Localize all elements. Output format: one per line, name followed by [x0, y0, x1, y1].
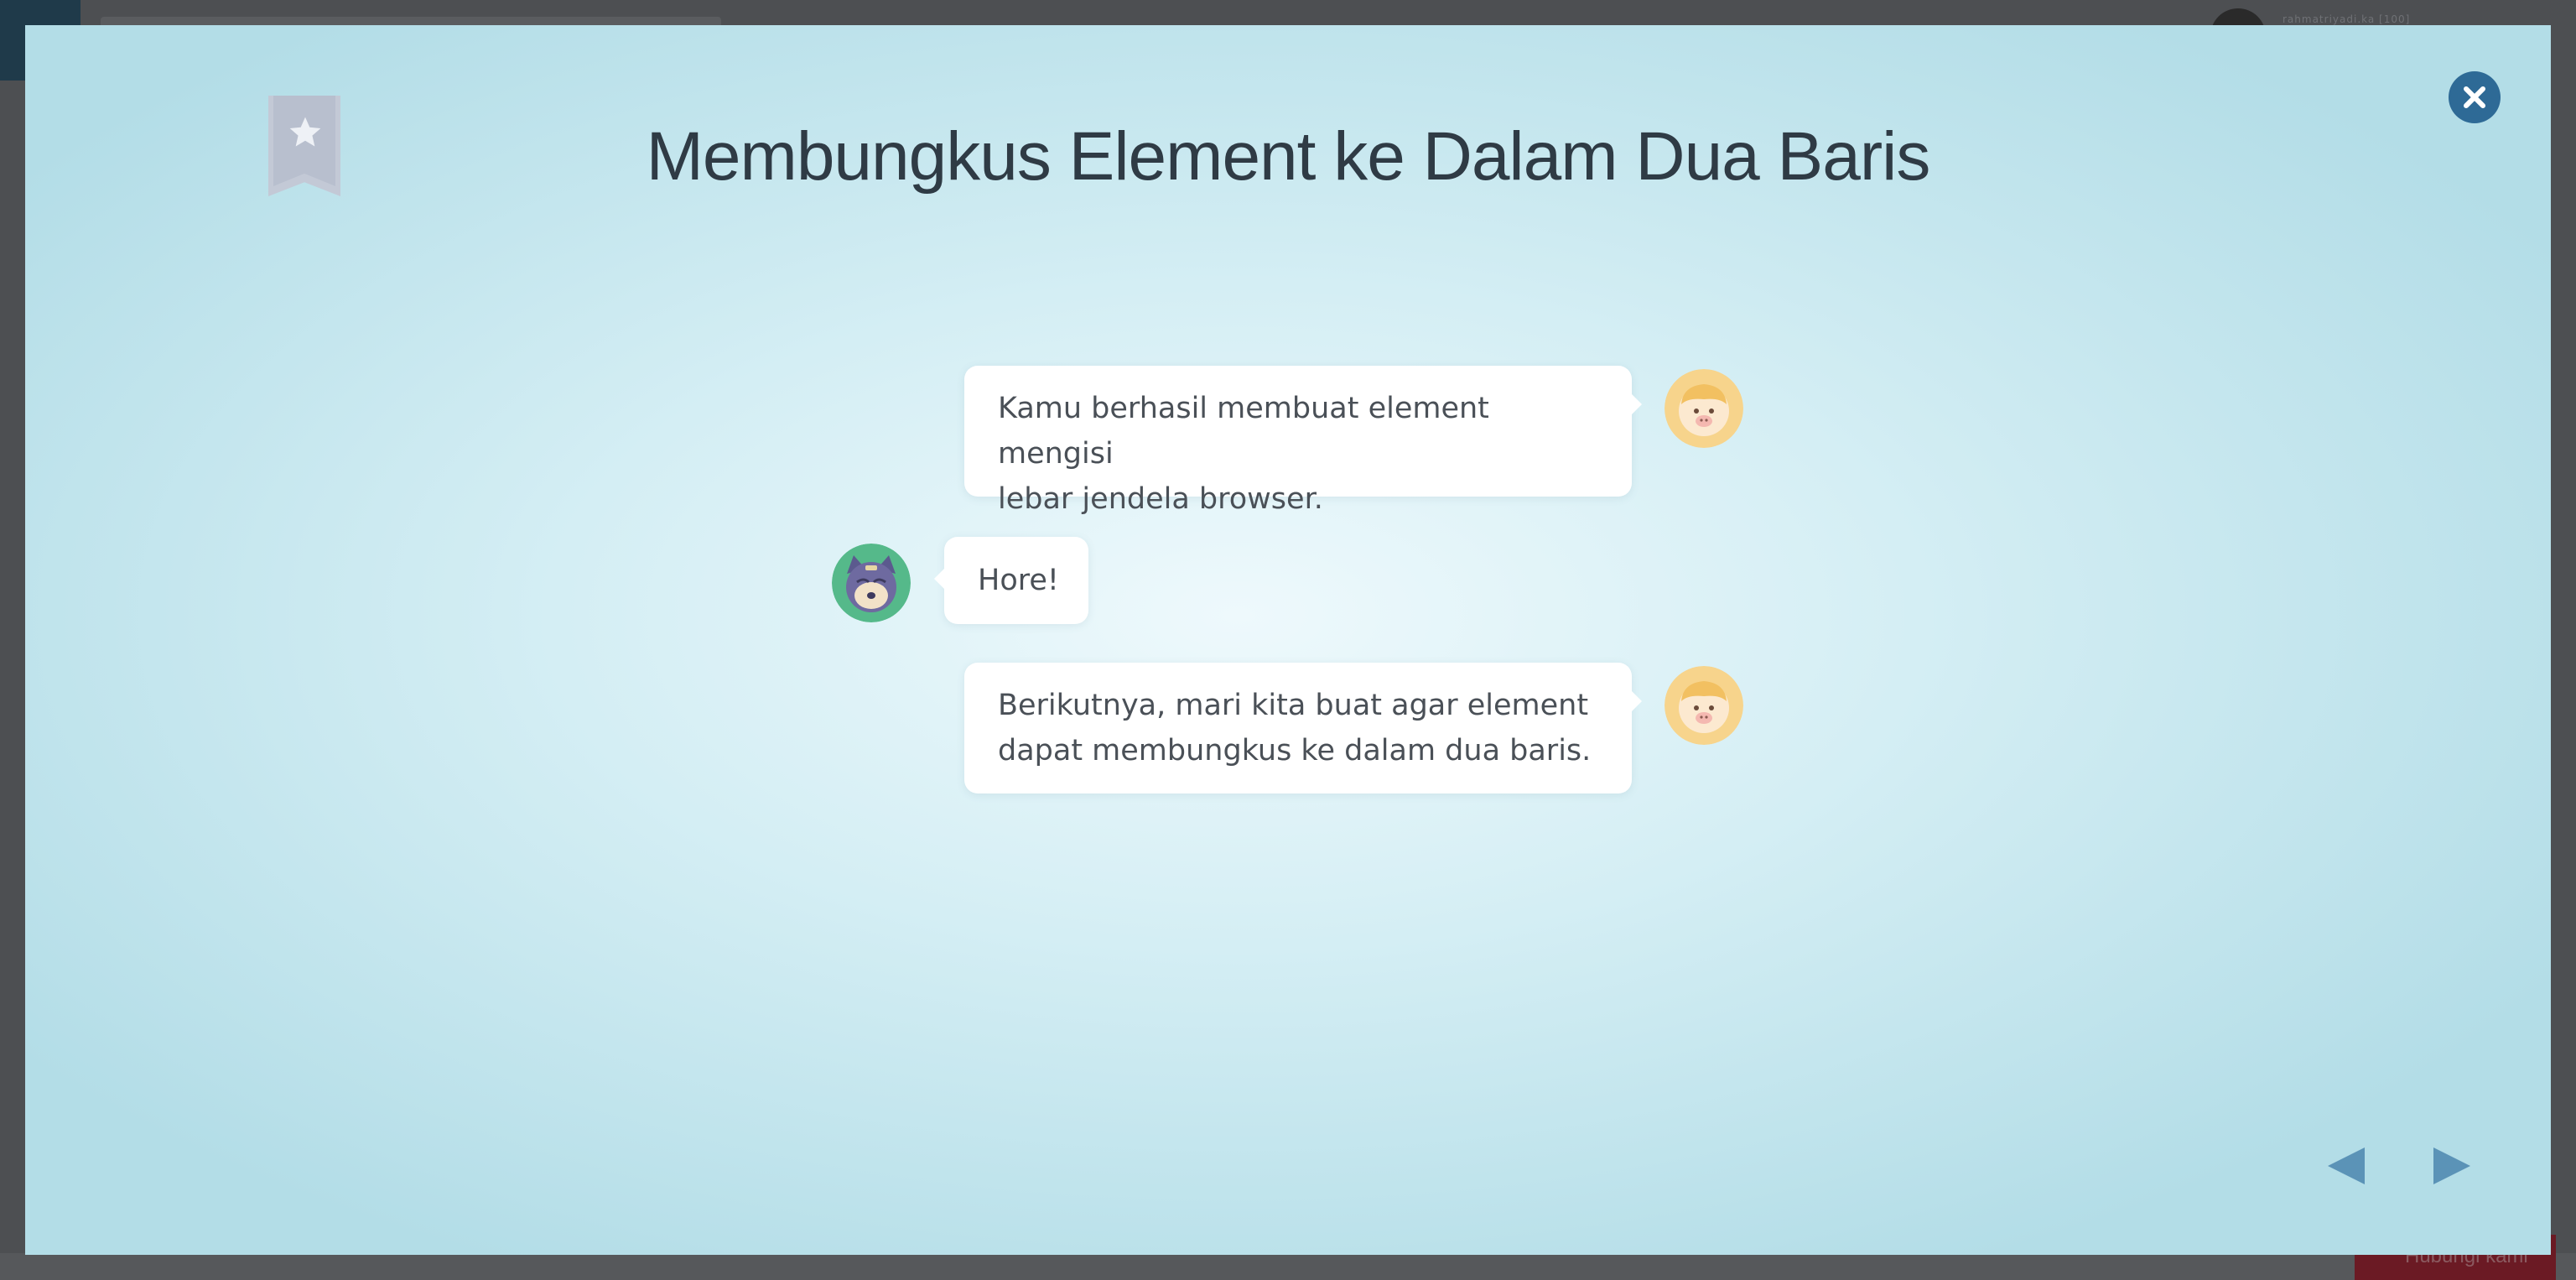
close-icon: [2464, 86, 2485, 108]
triangle-right-icon: [2433, 1147, 2470, 1184]
previous-button[interactable]: [2323, 1141, 2373, 1191]
sheep-icon: [1665, 369, 1743, 448]
chat-line: dapat membungkus ke dalam dua baris.: [998, 734, 1592, 767]
chat-line: Kamu berhasil membuat element mengisi: [998, 392, 1489, 471]
sheep-icon: [1665, 666, 1743, 745]
lesson-modal: Membungkus Element ke Dalam Dua Baris Ka…: [25, 25, 2551, 1255]
chat-bubble: Berikutnya, mari kita buat agar element …: [964, 663, 1642, 793]
chat-line: Berikutnya, mari kita buat agar element: [998, 689, 1589, 722]
triangle-left-icon: [2328, 1147, 2365, 1184]
cat-icon: [832, 544, 911, 622]
chat-line: Hore!: [978, 564, 1059, 597]
chat-bubble: Hore!: [934, 537, 1088, 624]
next-button[interactable]: [2425, 1141, 2475, 1191]
background-bottom-bar: [0, 1253, 2576, 1280]
chat-bubble: Kamu berhasil membuat element mengisi le…: [964, 366, 1642, 516]
username-label: rahmatriyadi.ka [100]: [2283, 13, 2411, 25]
cat-avatar: [832, 544, 911, 622]
lesson-title: Membungkus Element ke Dalam Dua Baris: [646, 118, 1931, 195]
sheep-avatar: [1665, 369, 1743, 448]
close-button[interactable]: [2449, 71, 2501, 123]
sheep-avatar: [1665, 666, 1743, 745]
chat-line: lebar jendela browser.: [998, 482, 1323, 516]
